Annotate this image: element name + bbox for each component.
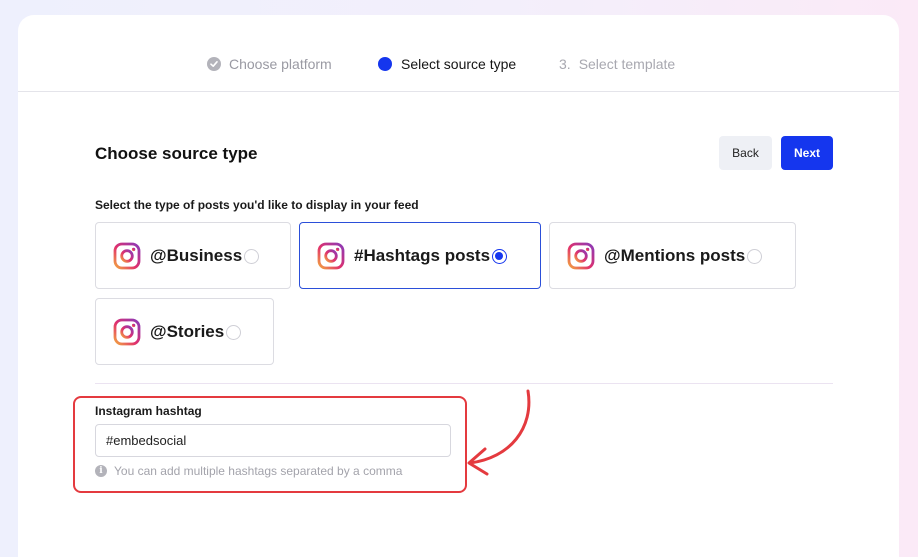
option-label: #Hashtags posts — [354, 245, 491, 265]
source-option-business[interactable]: @Business — [95, 222, 291, 289]
step-select-template[interactable]: 3. Select template — [559, 55, 675, 73]
instagram-icon — [317, 242, 345, 269]
hashtag-field-label: Instagram hashtag — [95, 404, 202, 418]
hashtag-hint: i You can add multiple hashtags separate… — [95, 464, 402, 478]
step-label: Select template — [578, 56, 676, 72]
hint-text: You can add multiple hashtags separated … — [114, 464, 403, 478]
source-option-mentions[interactable]: @Mentions posts — [549, 222, 796, 289]
next-button[interactable]: Next — [781, 136, 833, 170]
step-label: Select source type — [401, 56, 517, 72]
check-circle-icon — [207, 57, 221, 71]
step-select-source-type[interactable]: Select source type — [378, 55, 516, 73]
option-radio[interactable] — [244, 249, 260, 264]
option-label: @Stories — [150, 321, 225, 341]
curved-arrow-annotation-icon — [467, 389, 531, 476]
source-option-stories[interactable]: @Stories — [95, 298, 274, 365]
stepper: Choose platform Select source type 3. Se… — [18, 15, 899, 92]
active-dot-icon — [378, 57, 392, 71]
hashtag-input[interactable] — [95, 424, 451, 457]
info-icon: i — [95, 465, 107, 477]
option-label: @Mentions posts — [604, 245, 746, 265]
instagram-icon — [113, 318, 141, 345]
option-radio[interactable] — [226, 325, 242, 340]
option-label: @Business — [150, 245, 243, 265]
instagram-icon — [567, 242, 595, 269]
back-button[interactable]: Back — [719, 136, 772, 170]
wizard-card: Choose platform Select source type 3. Se… — [18, 15, 899, 557]
instagram-icon — [113, 242, 141, 269]
source-type-prompt: Select the type of posts you'd like to d… — [95, 198, 419, 212]
step-label: Choose platform — [229, 56, 332, 72]
step-number: 3. — [559, 56, 571, 72]
step-choose-platform[interactable]: Choose platform — [207, 55, 332, 73]
section-divider — [95, 383, 833, 384]
option-radio[interactable] — [747, 249, 763, 264]
option-radio-checked[interactable] — [492, 249, 508, 264]
source-option-hashtags[interactable]: #Hashtags posts — [299, 222, 541, 289]
page-title: Choose source type — [95, 144, 258, 163]
